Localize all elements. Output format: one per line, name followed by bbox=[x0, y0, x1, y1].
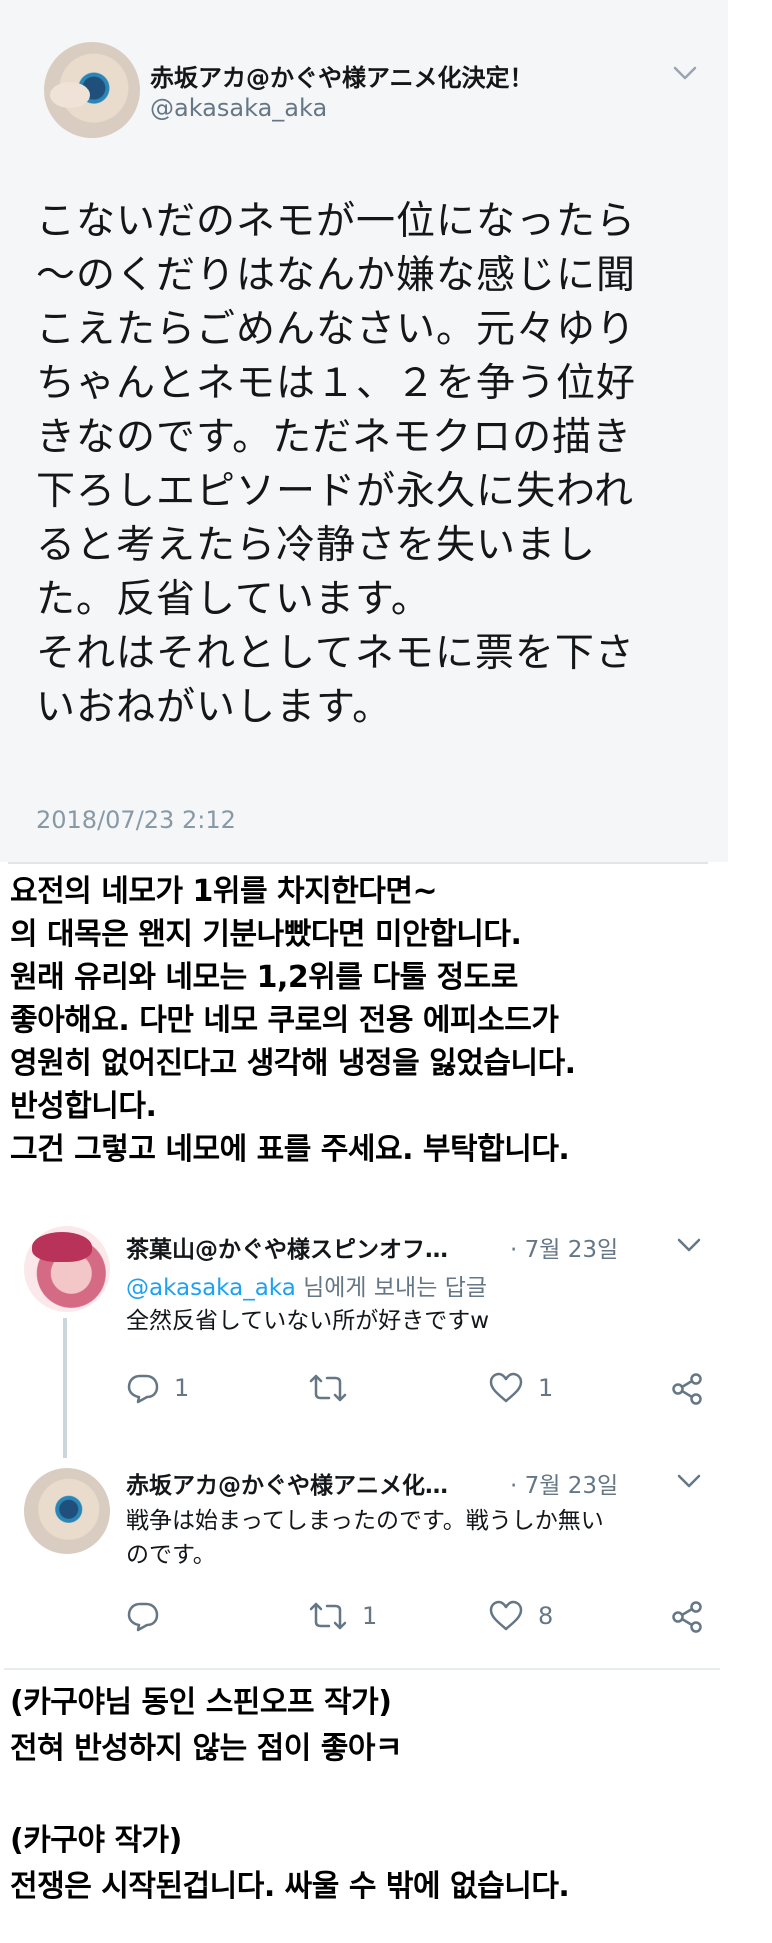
reply-icon bbox=[127, 1602, 159, 1632]
reply-date-text: 7월 23일 bbox=[524, 1237, 619, 1263]
reply-text-line: 全然反省していない所が好きですw bbox=[126, 1308, 490, 1334]
translation-block: 요전의 네모가 1위를 차지한다면~ 의 대목은 왠지 기분나빴다면 미안합니다… bbox=[10, 870, 770, 1171]
tweet-timestamp[interactable]: 2018/07/23 2:12 bbox=[36, 806, 236, 834]
share-icon bbox=[672, 1601, 702, 1633]
thread-connector bbox=[63, 1318, 67, 1458]
divider bbox=[8, 862, 708, 864]
tweet-text-line: こないだのネモが一位になったら bbox=[36, 199, 637, 244]
reply-date[interactable]: · 7월 23일 bbox=[510, 1466, 618, 1500]
tweet-text-line: 〜のくだりはなんか嫌な感じに聞 bbox=[36, 253, 637, 298]
chevron-down-icon[interactable] bbox=[676, 1472, 702, 1490]
translation-line: 그건 그렇고 네모에 표를 주세요. 부탁합니다. bbox=[10, 1132, 570, 1167]
main-tweet-card: 赤坂アカ@かぐや様アニメ化決定！ @akasaka_aka こないだのネモが一位… bbox=[0, 0, 728, 862]
replying-to: @akasaka_aka 님에게 보내는 답글 bbox=[126, 1268, 487, 1302]
reply-text: 戦争は始まってしまったのです。戦うしか無い のです。 bbox=[126, 1504, 604, 1572]
reply-author-name[interactable]: 茶菓山@かぐや様スピンオフ… bbox=[126, 1230, 448, 1264]
share-button[interactable] bbox=[670, 1600, 704, 1634]
tweet-text-line: それはそれとしてネモに票を下さ bbox=[36, 631, 635, 676]
translation-line: (카구야 작가) bbox=[10, 1823, 182, 1858]
like-count: 8 bbox=[538, 1602, 554, 1630]
retweet-icon bbox=[309, 1374, 347, 1402]
translation-line: 요전의 네모가 1위를 차지한다면~ bbox=[10, 874, 438, 909]
reply-button[interactable] bbox=[126, 1600, 174, 1632]
avatar[interactable] bbox=[24, 1226, 110, 1312]
reply-button[interactable]: 1 bbox=[126, 1372, 189, 1404]
avatar[interactable] bbox=[44, 42, 140, 138]
reply-text: 全然反省していない所が好きですw bbox=[126, 1304, 489, 1338]
translation-line: 전혀 반성하지 않는 점이 좋아ㅋ bbox=[10, 1731, 403, 1766]
divider bbox=[4, 1668, 720, 1670]
retweet-count: 1 bbox=[362, 1602, 378, 1630]
translation-line: 반성합니다. bbox=[10, 1089, 157, 1124]
replying-to-suffix: 님에게 보내는 답글 bbox=[295, 1275, 488, 1301]
retweet-button[interactable] bbox=[308, 1372, 362, 1404]
share-button[interactable] bbox=[670, 1372, 704, 1406]
retweet-icon bbox=[309, 1602, 347, 1630]
tweet-text-line: ちゃんとネモは１、２を争う位好 bbox=[36, 361, 637, 406]
tweet-text-line: 下ろしエピソードが永久に失われ bbox=[36, 469, 635, 514]
meta-separator: · bbox=[510, 1237, 518, 1263]
translation-block: (카구야님 동인 스핀오프 작가) 전혀 반성하지 않는 점이 좋아ㅋ (카구야… bbox=[10, 1680, 770, 1910]
tweet-text: こないだのネモが一位になったら 〜のくだりはなんか嫌な感じに聞 こえたらごめんな… bbox=[36, 195, 726, 735]
meta-separator: · bbox=[510, 1473, 518, 1499]
retweet-button[interactable]: 1 bbox=[308, 1600, 377, 1632]
like-icon bbox=[489, 1600, 523, 1631]
reply-text-line: 戦争は始まってしまったのです。戦うしか無い bbox=[126, 1508, 604, 1534]
mention-link[interactable]: @akasaka_aka bbox=[126, 1275, 296, 1301]
translation-line: 영원히 없어진다고 생각해 냉정을 잃었습니다. bbox=[10, 1046, 576, 1081]
tweet-text-line: いおねがいします。 bbox=[36, 685, 393, 730]
tweet-text-line: た。反省しています。 bbox=[36, 577, 431, 622]
reply-date-text: 7월 23일 bbox=[524, 1473, 619, 1499]
tweet-author-name[interactable]: 赤坂アカ@かぐや様アニメ化決定！ bbox=[150, 58, 534, 93]
translation-line bbox=[10, 1772, 770, 1818]
translation-line: (카구야님 동인 스핀오프 작가) bbox=[10, 1685, 392, 1720]
reply-text-line: のです。 bbox=[126, 1542, 216, 1568]
translation-line: 원래 유리와 네모는 1,2위를 다툴 정도로 bbox=[10, 960, 518, 995]
translation-line: 의 대목은 왠지 기분나빴다면 미안합니다. bbox=[10, 917, 522, 952]
translation-line: 전쟁은 시작된겁니다. 싸울 수 밖에 없습니다. bbox=[10, 1869, 570, 1904]
reply-date[interactable]: · 7월 23일 bbox=[510, 1230, 618, 1264]
translation-line: 좋아해요. 다만 네모 쿠로의 전용 에피소드가 bbox=[10, 1003, 559, 1038]
reply-author-name[interactable]: 赤坂アカ@かぐや様アニメ化… bbox=[126, 1466, 448, 1500]
tweet-text-line: こえたらごめんなさい。元々ゆり bbox=[36, 307, 637, 352]
chevron-down-icon[interactable] bbox=[672, 64, 698, 82]
avatar-hair-shape bbox=[32, 1232, 92, 1262]
reply-icon bbox=[127, 1374, 159, 1404]
like-icon bbox=[489, 1372, 523, 1403]
avatar-hand-shape bbox=[50, 82, 90, 108]
reply-count: 1 bbox=[174, 1374, 190, 1402]
chevron-down-icon[interactable] bbox=[676, 1236, 702, 1254]
tweet-text-line: ると考えたら冷静さを失いまし bbox=[36, 523, 597, 568]
like-button[interactable]: 8 bbox=[488, 1600, 553, 1632]
share-icon bbox=[672, 1373, 702, 1405]
avatar[interactable] bbox=[24, 1468, 110, 1554]
like-count: 1 bbox=[538, 1374, 554, 1402]
tweet-author-handle[interactable]: @akasaka_aka bbox=[150, 94, 327, 122]
tweet-text-line: きなのです。ただネモクロの描き bbox=[36, 415, 633, 460]
like-button[interactable]: 1 bbox=[488, 1372, 553, 1404]
